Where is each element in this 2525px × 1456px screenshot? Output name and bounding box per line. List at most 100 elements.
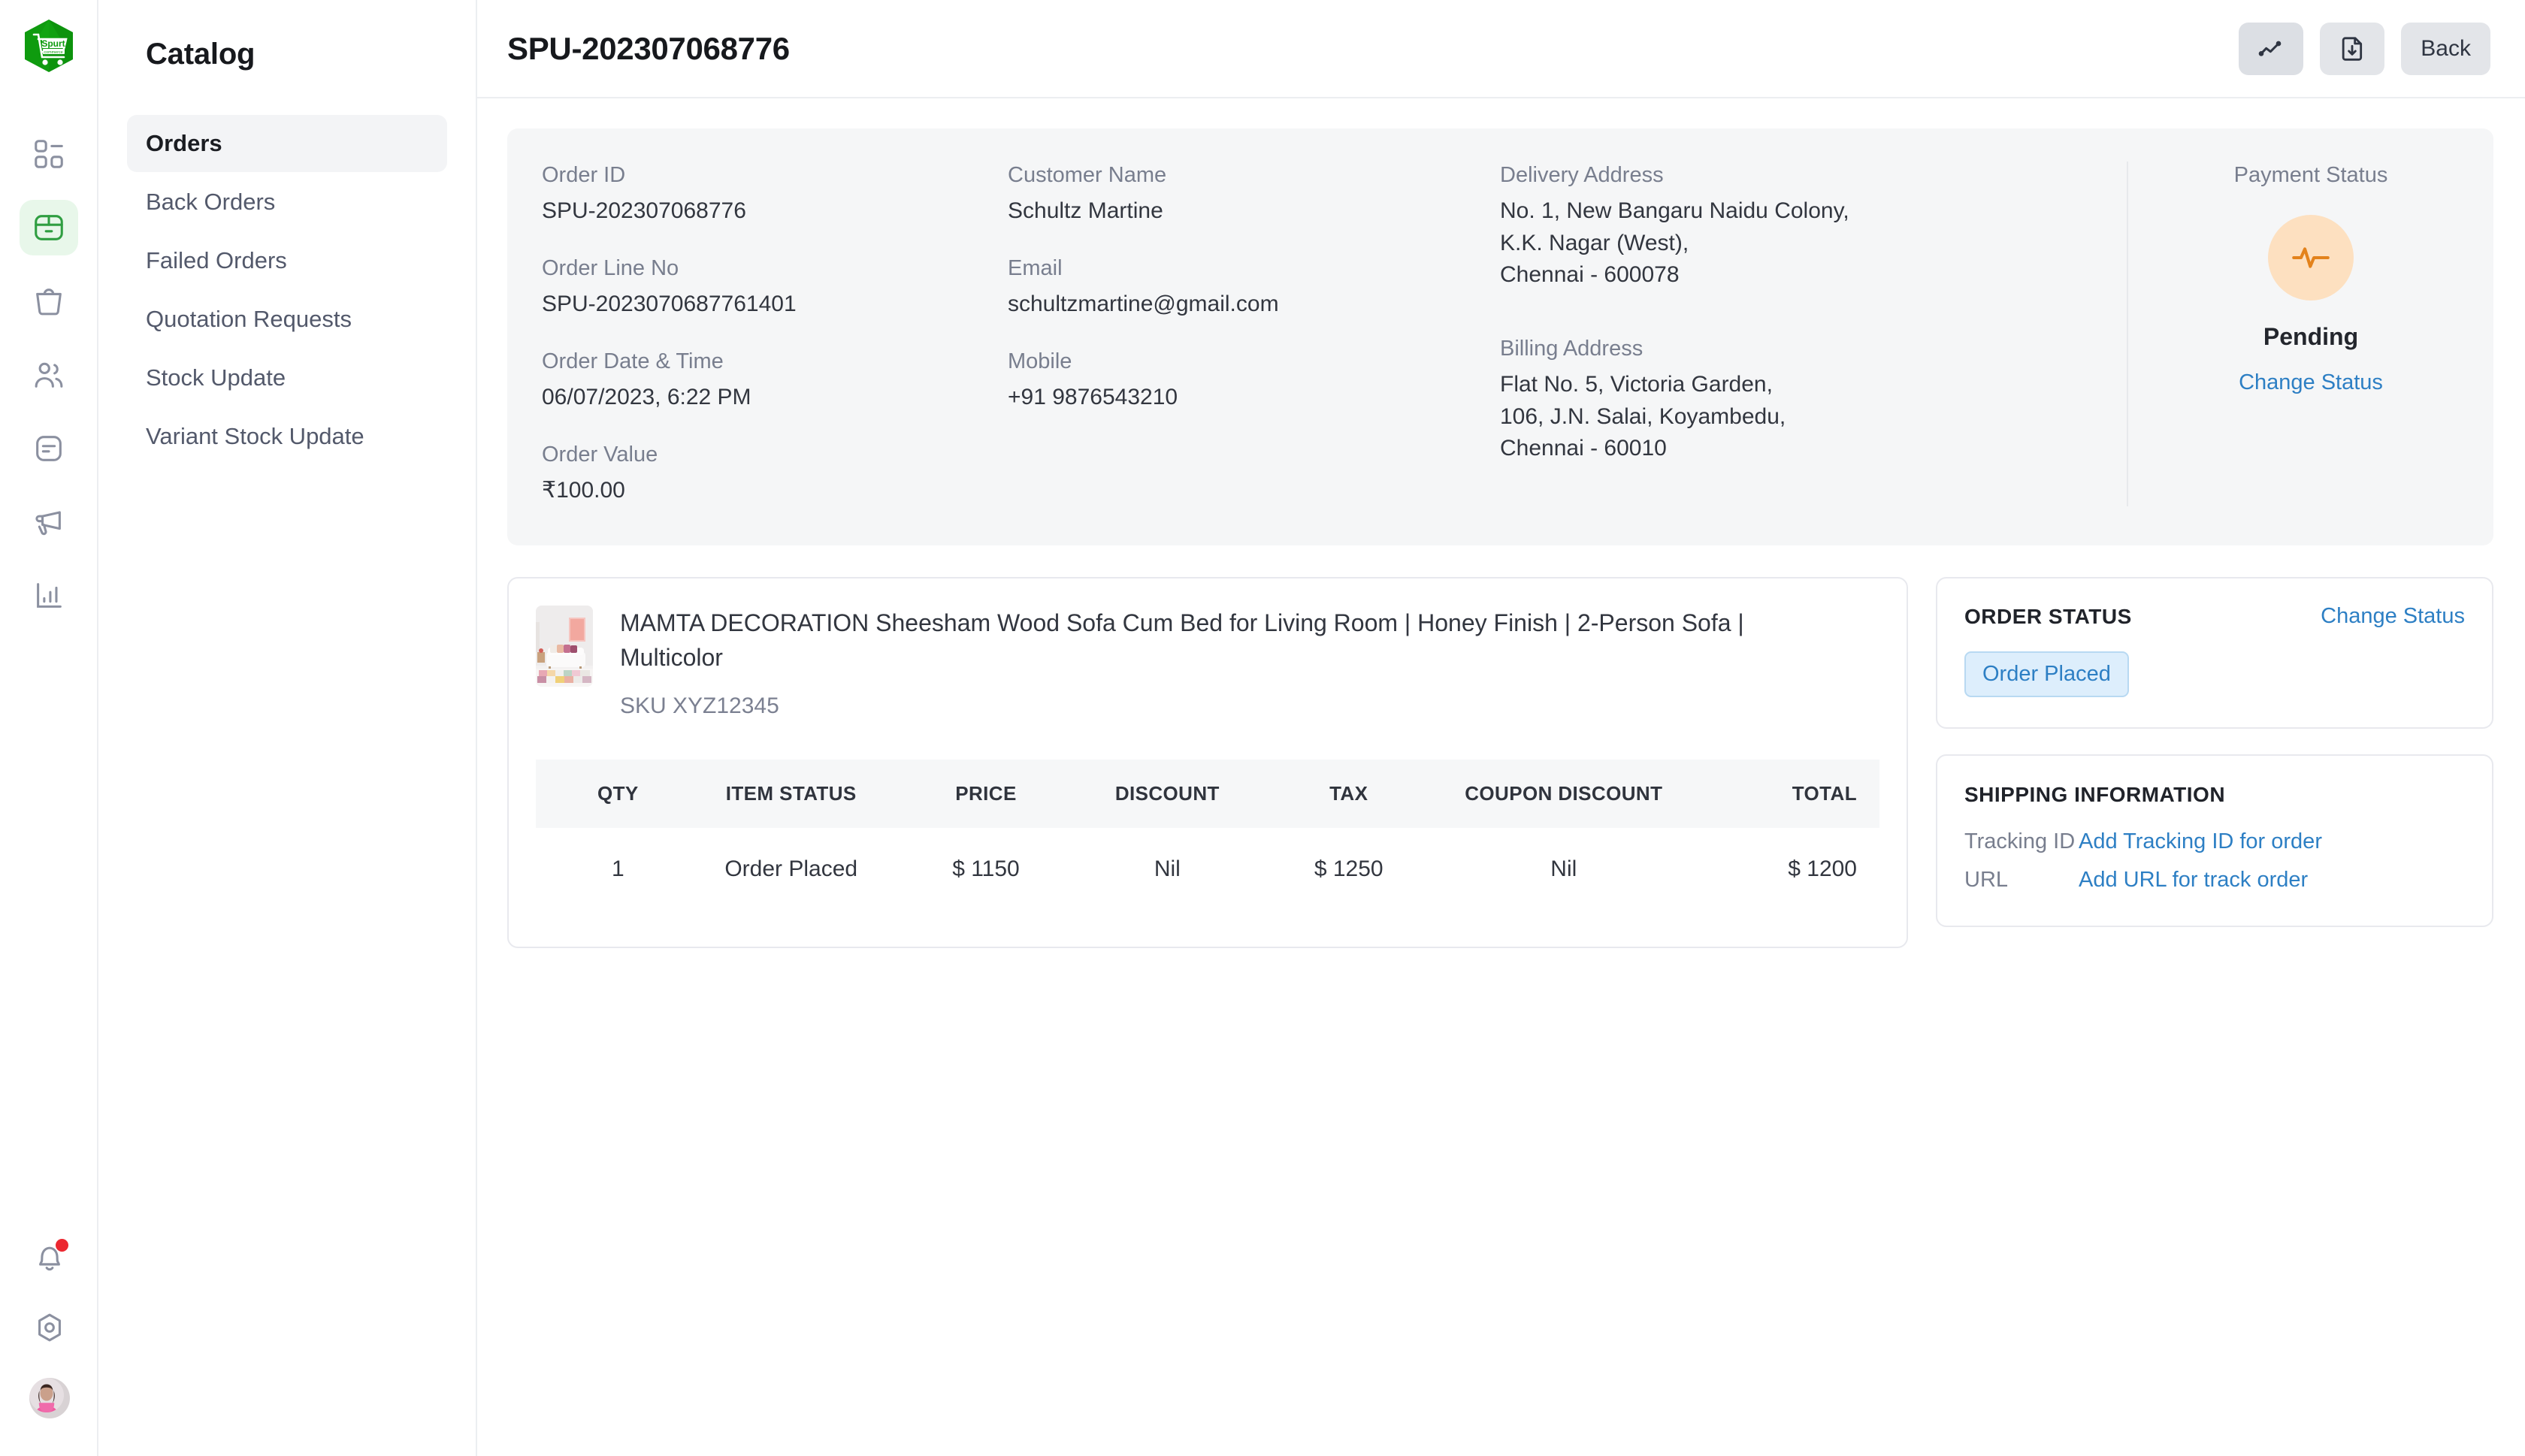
rail-item-marketing[interactable] [20,494,78,550]
right-column: ORDER STATUS Change Status Order Placed … [1936,577,2493,947]
address-line: No. 1, New Bangaru Naidu Colony, [1500,198,1849,224]
field-value: No. 1, New Bangaru Naidu Colony, K.K. Na… [1500,195,2092,292]
rail-item-content[interactable] [20,421,78,476]
cell-total: $ 1200 [1788,856,1857,881]
address-line: 106, J.N. Salai, Koyambedu, [1500,403,1786,429]
field-value: 06/07/2023, 6:22 PM [542,384,751,409]
app-root: Spurt commerce Catalog Orders Back Order… [0,0,2525,1456]
field-order-line-no: Order Line No SPU-2023070687761401 [542,255,939,321]
product-text: MAMTA DECORATION Sheesham Wood Sofa Cum … [620,606,1747,718]
add-url-link[interactable]: Add URL for track order [2079,868,2308,893]
order-info-column-customer: Customer Name Schultz Martine Email schu… [973,162,1465,506]
field-value: SPU-2023070687761401 [542,292,797,317]
cell-coupon-discount: Nil [1550,856,1577,881]
gear-icon [38,1313,61,1342]
field-label: Order Value [542,442,658,467]
table-body: 1 Order Placed $ 1150 Nil $ 1250 Nil $ 1… [536,828,1879,915]
sidebar-item-failed-orders[interactable]: Failed Orders [127,232,447,289]
field-order-value: Order Value ₹100.00 [542,441,939,507]
rail-item-reports[interactable] [20,568,78,624]
trend-line-icon [2258,41,2282,56]
topbar-actions: Back [2239,22,2490,75]
rail-nav [19,126,78,624]
rail-item-customers[interactable] [20,347,78,403]
payment-change-status-link[interactable]: Change Status [2239,370,2383,395]
payment-status-widget: Payment Status Pending Change Status [2127,162,2493,507]
file-download-icon [2342,36,2363,61]
cell-item-status: Order Placed [724,856,858,881]
product-card: MAMTA DECORATION Sheesham Wood Sofa Cum … [507,577,1908,948]
sidebar-nav: Orders Back Orders Failed Orders Quotati… [127,115,447,465]
order-status-card: ORDER STATUS Change Status Order Placed [1936,577,2493,730]
shipping-label: Tracking ID [1964,829,2076,854]
analytics-icon [36,583,62,608]
field-order-date: Order Date & Time 06/07/2023, 6:22 PM [542,348,939,414]
topbar: SPU-202307068776 Back [477,0,2525,98]
bag-icon [35,288,62,316]
cell-tax: $ 1250 [1314,856,1383,881]
column-header-tax: TAX [1329,781,1368,805]
order-status-title: ORDER STATUS [1964,604,2132,628]
field-label: Mobile [1008,349,1072,373]
field-value: schultzmartine@gmail.com [1008,292,1279,317]
sidebar-item-label: Variant Stock Update [146,423,364,449]
address-line: Chennai - 600078 [1500,262,1680,288]
shipping-information-title: SHIPPING INFORMATION [1964,783,2226,807]
order-status-chip[interactable]: Order Placed [1964,651,2129,698]
sidebar-item-variant-stock-update[interactable]: Variant Stock Update [127,408,447,465]
order-info-column-order: Order ID SPU-202307068776 Order Line No … [507,162,973,506]
field-label: Order ID [542,163,626,187]
document-icon [35,436,62,461]
users-icon [35,362,62,388]
rail-item-sales[interactable] [20,273,78,329]
product-thumbnail[interactable] [536,606,593,687]
brand-logo[interactable]: Spurt commerce [23,18,75,74]
product-sku: SKU XYZ12345 [620,693,779,718]
content-area: Order ID SPU-202307068776 Order Line No … [477,98,2525,948]
back-button[interactable]: Back [2401,22,2490,75]
field-billing-address: Billing Address Flat No. 5, Victoria Gar… [1500,335,2092,465]
activity-log-button[interactable] [2239,22,2304,75]
sidebar-item-quotation-requests[interactable]: Quotation Requests [127,291,447,348]
avatar [29,1378,70,1418]
bell-wrap [32,1239,68,1274]
order-status-change-link[interactable]: Change Status [2321,604,2465,629]
field-label: Delivery Address [1500,163,1664,187]
column-header-discount: DISCOUNT [1114,781,1220,805]
svg-text:Spurt: Spurt [41,38,65,49]
sidebar-item-back-orders[interactable]: Back Orders [127,174,447,231]
field-label: Order Line No [542,255,679,280]
rail-item-catalog[interactable] [19,200,78,255]
icon-rail: Spurt commerce [0,0,98,1456]
column-header-coupon-discount: COUPON DISCOUNT [1465,781,1663,805]
column-header-item-status: ITEM STATUS [725,781,857,805]
sidebar-item-stock-update[interactable]: Stock Update [127,349,447,406]
rail-item-dashboard[interactable] [20,126,78,182]
rail-item-settings[interactable] [20,1304,79,1351]
product-title: MAMTA DECORATION Sheesham Wood Sofa Cum … [620,609,1744,672]
field-value: Flat No. 5, Victoria Garden, 106, J.N. S… [1500,369,2092,465]
product-header: MAMTA DECORATION Sheesham Wood Sofa Cum … [536,606,1879,718]
column-header-total: TOTAL [1792,781,1857,805]
rail-item-profile[interactable] [20,1375,79,1421]
order-status-card-header: ORDER STATUS Change Status [1964,604,2465,629]
order-info-column-address: Delivery Address No. 1, New Bangaru Naid… [1465,162,2127,506]
sidebar-item-label: Quotation Requests [146,306,352,332]
payment-status-icon-badge [2268,215,2354,301]
field-email: Email schultzmartine@gmail.com [1008,255,1431,321]
field-label: Customer Name [1008,163,1167,187]
sidebar-item-orders[interactable]: Orders [127,115,447,172]
cell-price: $ 1150 [952,856,1020,881]
shipping-row-tracking-id: Tracking ID Add Tracking ID for order [1964,829,2465,854]
table-row: 1 Order Placed $ 1150 Nil $ 1250 Nil $ 1… [536,828,1879,915]
field-label: Order Date & Time [542,349,724,373]
download-invoice-button[interactable] [2320,22,2385,75]
order-info-panel: Order ID SPU-202307068776 Order Line No … [507,128,2493,546]
pulse-icon [2292,247,2330,268]
column-header-price: PRICE [955,781,1017,805]
rail-item-notifications[interactable] [20,1234,79,1280]
field-label: Email [1008,255,1063,280]
sidebar-item-label: Orders [146,130,222,156]
shipping-rows: Tracking ID Add Tracking ID for order UR… [1964,829,2465,893]
add-tracking-id-link[interactable]: Add Tracking ID for order [2079,829,2322,854]
